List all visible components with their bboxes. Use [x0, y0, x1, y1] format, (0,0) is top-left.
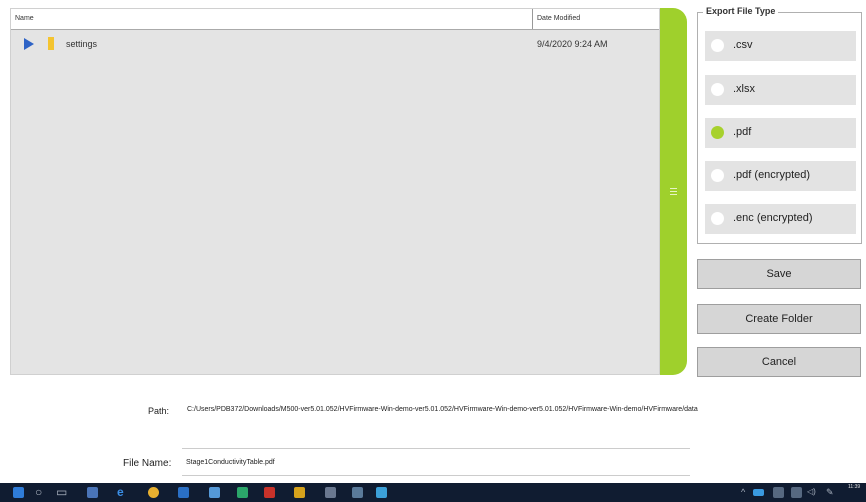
- file-row-date: 9/4/2020 9:24 AM: [537, 39, 608, 49]
- radio-label: .enc (encrypted): [733, 212, 813, 224]
- radio-button-icon[interactable]: [711, 212, 724, 225]
- outlook-icon[interactable]: [178, 487, 189, 498]
- pen-icon[interactable]: ✎: [826, 484, 834, 500]
- radio-label: .pdf (encrypted): [733, 169, 811, 181]
- column-header-date-modified[interactable]: Date Modified: [537, 15, 580, 22]
- radio-button-icon[interactable]: [711, 83, 724, 96]
- file-explorer-icon[interactable]: [87, 487, 98, 498]
- radio-label: .xlsx: [733, 83, 755, 95]
- battery-icon[interactable]: [791, 487, 802, 498]
- radio-button-icon[interactable]: [711, 39, 724, 52]
- scroll-grip-icon[interactable]: [670, 188, 677, 189]
- file-row-settings[interactable]: settings 9/4/2020 9:24 AM: [11, 35, 659, 53]
- export-file-type-group: Export File Type .csv .xlsx .pdf .pdf (e…: [697, 6, 862, 244]
- active-app-icon[interactable]: [376, 487, 387, 498]
- task-view-icon[interactable]: ▭: [56, 484, 67, 500]
- file-name-value: Stage1ConductivityTable.pdf: [186, 459, 275, 466]
- onedrive-icon[interactable]: [753, 489, 764, 496]
- column-divider[interactable]: [532, 9, 533, 29]
- radio-label: .csv: [733, 39, 753, 51]
- edge-browser-icon[interactable]: e: [117, 484, 124, 500]
- radio-option-pdf[interactable]: .pdf: [705, 118, 856, 148]
- windows-start-icon[interactable]: [13, 487, 24, 498]
- app-icon[interactable]: [209, 487, 220, 498]
- clock[interactable]: 11:39: [848, 484, 860, 491]
- framemaker-icon[interactable]: [294, 487, 305, 498]
- path-label: Path:: [148, 406, 170, 416]
- cancel-button[interactable]: Cancel: [697, 347, 861, 377]
- radio-button-icon[interactable]: [711, 169, 724, 182]
- file-list-header: Name Date Modified: [11, 9, 659, 30]
- paint-icon[interactable]: [325, 487, 336, 498]
- radio-option-pdf-encrypted[interactable]: .pdf (encrypted): [705, 161, 856, 191]
- radio-option-enc-encrypted[interactable]: .enc (encrypted): [705, 204, 856, 234]
- acrobat-icon[interactable]: [264, 487, 275, 498]
- file-name-input[interactable]: Stage1ConductivityTable.pdf: [182, 448, 690, 476]
- export-file-type-legend: Export File Type: [703, 6, 779, 16]
- network-icon[interactable]: [773, 487, 784, 498]
- volume-icon[interactable]: ◁): [807, 484, 816, 500]
- file-name-label: File Name:: [123, 458, 172, 469]
- radio-option-xlsx[interactable]: .xlsx: [705, 75, 856, 105]
- chrome-icon[interactable]: [148, 487, 159, 498]
- radio-label: .pdf: [733, 126, 752, 138]
- chevron-up-icon[interactable]: ^: [741, 484, 745, 500]
- create-folder-button[interactable]: Create Folder: [697, 304, 861, 334]
- vertical-scrollbar[interactable]: [660, 8, 687, 375]
- radio-option-csv[interactable]: .csv: [705, 31, 856, 61]
- radio-button-selected-icon[interactable]: [711, 126, 724, 139]
- expand-arrow-icon[interactable]: [24, 38, 34, 50]
- app-icon[interactable]: [352, 487, 363, 498]
- taskbar: ○ ▭ e ^ ◁) ✎ 11:39: [0, 483, 866, 502]
- file-list-panel[interactable]: Name Date Modified settings 9/4/2020 9:2…: [10, 8, 660, 375]
- file-row-name: settings: [66, 39, 98, 49]
- s-app-icon[interactable]: [237, 487, 248, 498]
- save-button[interactable]: Save: [697, 259, 861, 289]
- search-icon[interactable]: ○: [35, 484, 42, 500]
- folder-icon: [48, 37, 54, 50]
- path-value: C:/Users/PDB372/Downloads/M500-ver5.01.0…: [187, 406, 698, 413]
- column-header-name[interactable]: Name: [15, 15, 34, 22]
